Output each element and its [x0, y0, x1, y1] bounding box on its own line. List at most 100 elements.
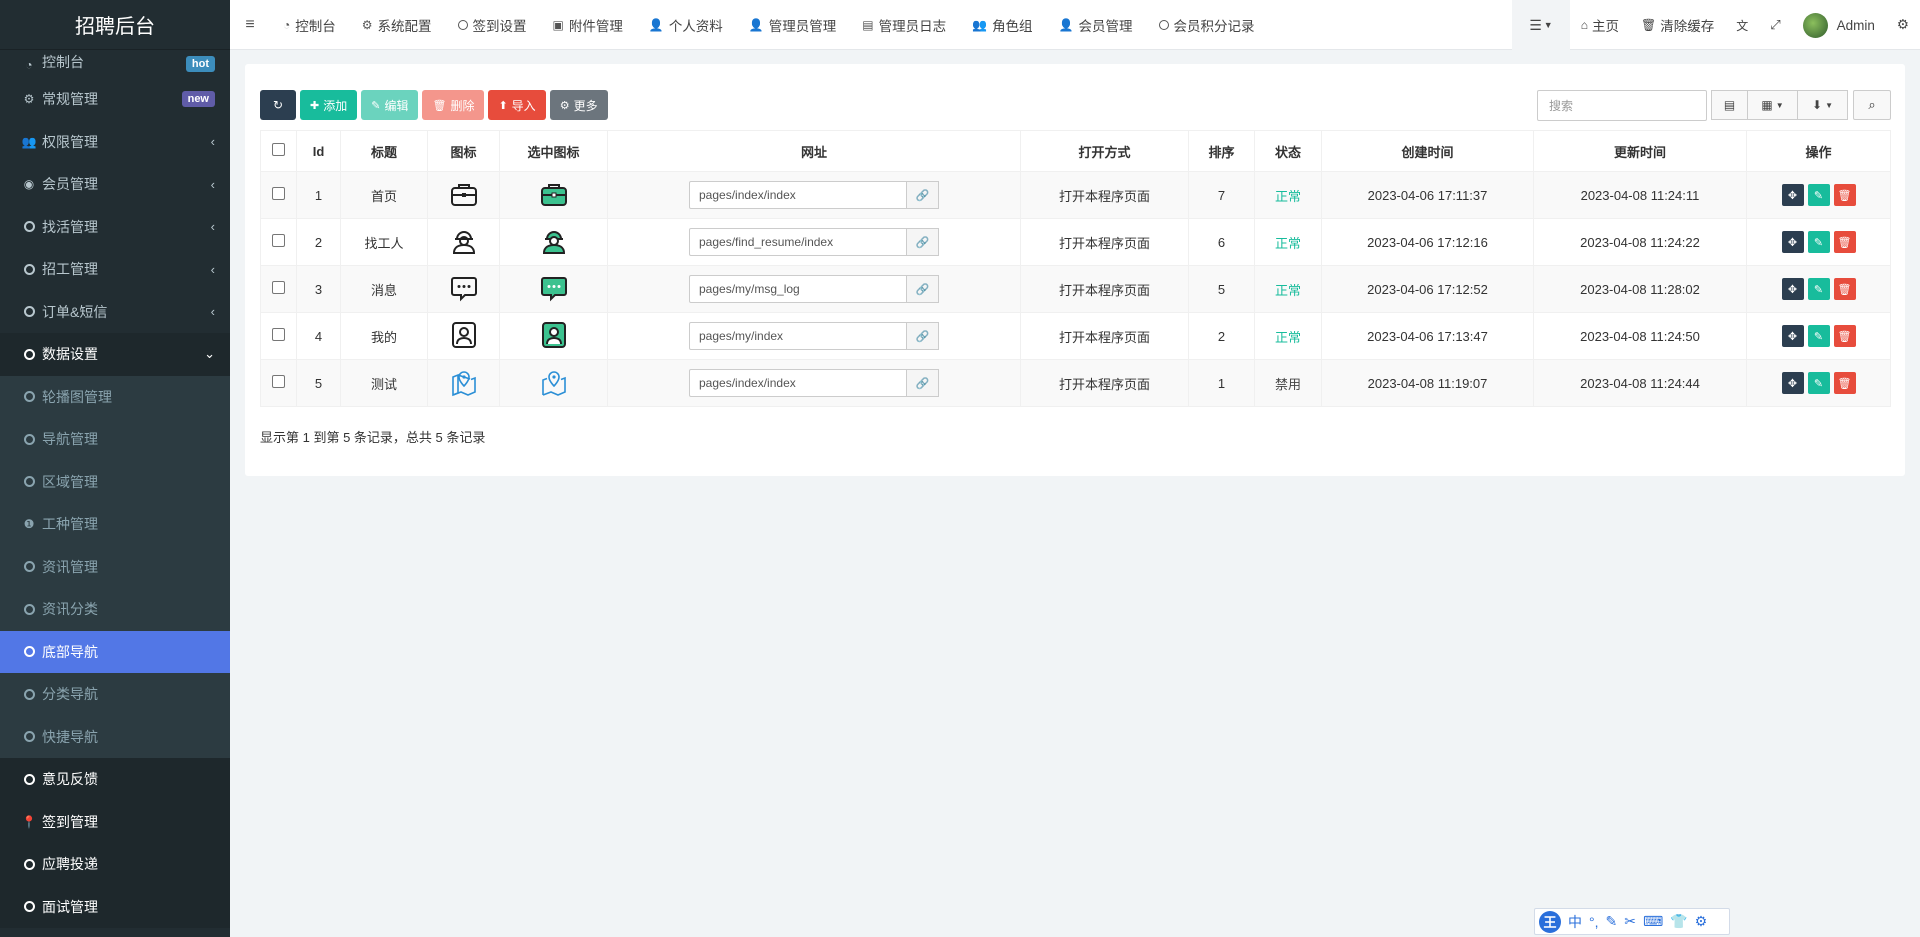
user-menu[interactable]: Admin [1792, 0, 1886, 50]
col-created[interactable]: 创建时间 [1321, 130, 1534, 172]
col-icon[interactable]: 图标 [427, 130, 500, 172]
keyboard-icon[interactable]: ⌨ [1643, 913, 1663, 930]
table-row[interactable]: 3 消息 pages/my/msg_log 🔗 打开本程序页面 5 正常 2023… [260, 265, 1891, 313]
url-field[interactable]: pages/my/msg_log [689, 275, 907, 303]
search-input[interactable]: 搜索 [1537, 90, 1707, 121]
sidebar-item-worktype[interactable]: ❶ 工种管理 [0, 503, 230, 546]
col-selected-icon[interactable]: 选中图标 [499, 130, 608, 172]
url-field[interactable]: pages/my/index [689, 322, 907, 350]
col-status[interactable]: 状态 [1254, 130, 1322, 172]
row-edit-button[interactable]: ✎ [1807, 278, 1830, 300]
sidebar-item-applications[interactable]: 应聘投递 [0, 843, 230, 886]
tab-attachments[interactable]: ▣ 附件管理 [540, 0, 636, 50]
briefcase-icon[interactable] [449, 179, 479, 209]
row-edit-button[interactable]: ✎ [1807, 372, 1830, 394]
row-checkbox[interactable] [272, 234, 285, 247]
refresh-button[interactable]: ↻ [260, 90, 296, 120]
sidebar-item-feedback[interactable]: 意见反馈 [0, 758, 230, 801]
table-row[interactable]: 4 我的 pages/my/index 🔗 打开本程序页面 2 正常 2023-0… [260, 312, 1891, 360]
table-row[interactable]: 2 找工人 pages/find_resume/index 🔗 打开本程序页面 6… [260, 218, 1891, 266]
sidebar-item-news[interactable]: 资讯管理 [0, 546, 230, 589]
tab-member-points[interactable]: 会员积分记录 [1146, 0, 1268, 50]
table-row[interactable]: 5 测试 pages/index/index 🔗 打开本程序页面 1 禁用 202… [260, 359, 1891, 407]
row-edit-button[interactable]: ✎ [1807, 184, 1830, 206]
row-edit-button[interactable]: ✎ [1807, 325, 1830, 347]
drag-sort-button[interactable]: ✥ [1781, 184, 1804, 206]
table-row[interactable]: 1 首页 pages/index/index 🔗 打开本程序页面 7 正常 202… [260, 171, 1891, 219]
punctuation-icon[interactable]: °, [1589, 914, 1599, 930]
sidebar-item-member[interactable]: ◉ 会员管理 ‹ [0, 163, 230, 206]
sidebar-item-auth[interactable]: 👥 权限管理 ‹ [0, 121, 230, 164]
map-location-selected-icon[interactable] [539, 367, 569, 397]
row-delete-button[interactable]: 🗑 [1833, 231, 1856, 253]
row-delete-button[interactable]: 🗑 [1833, 325, 1856, 347]
drag-sort-button[interactable]: ✥ [1781, 278, 1804, 300]
sidebar-toggle-icon[interactable]: ≡ [230, 16, 270, 34]
row-checkbox[interactable] [272, 281, 285, 294]
message-selected-icon[interactable] [539, 273, 569, 303]
edit-button[interactable]: ✎ 编辑 [361, 90, 419, 120]
row-edit-button[interactable]: ✎ [1807, 231, 1830, 253]
col-open-mode[interactable]: 打开方式 [1020, 130, 1189, 172]
sidebar-item-banner[interactable]: 轮播图管理 [0, 376, 230, 419]
tab-system-config[interactable]: ⚙ 系统配置 [349, 0, 445, 50]
col-sort[interactable]: 排序 [1188, 130, 1255, 172]
scissors-icon[interactable]: ✂ [1624, 913, 1636, 930]
cell-status[interactable]: 正常 [1254, 265, 1322, 313]
link-button[interactable]: 🔗 [907, 369, 939, 397]
worker-icon[interactable] [449, 226, 479, 256]
cell-status[interactable]: 正常 [1254, 218, 1322, 266]
col-id[interactable]: Id [296, 130, 341, 172]
select-all-checkbox[interactable] [272, 143, 285, 156]
app-logo[interactable]: 招聘后台 [0, 0, 230, 50]
worker-selected-icon[interactable] [539, 226, 569, 256]
export-button[interactable]: ⬇ ▼ [1798, 90, 1848, 120]
row-delete-button[interactable]: 🗑 [1833, 372, 1856, 394]
tab-admin-management[interactable]: 👤 管理员管理 [736, 0, 849, 50]
tab-signin-settings[interactable]: 签到设置 [445, 0, 540, 50]
columns-button[interactable]: ▦ ▼ [1748, 90, 1798, 120]
map-location-icon[interactable] [449, 367, 479, 397]
profile-selected-icon[interactable] [539, 320, 569, 350]
sidebar-item-bottom-nav[interactable]: 底部导航 [0, 630, 230, 673]
sidebar-item-recruit[interactable]: 招工管理 ‹ [0, 248, 230, 291]
url-field[interactable]: pages/find_resume/index [689, 228, 907, 256]
settings-button[interactable]: ⚙ [1886, 0, 1920, 50]
tab-menu-dropdown[interactable]: ☰ ▼ [1512, 0, 1570, 50]
gear-icon[interactable]: ⚙ [1695, 913, 1708, 930]
message-icon[interactable] [449, 273, 479, 303]
tab-role-group[interactable]: 👥 角色组 [959, 0, 1045, 50]
link-button[interactable]: 🔗 [907, 181, 939, 209]
sidebar-item-signin[interactable]: 📍 签到管理 [0, 800, 230, 843]
tab-admin-log[interactable]: ▤ 管理员日志 [849, 0, 959, 50]
col-title[interactable]: 标题 [340, 130, 428, 172]
home-link[interactable]: ⌂ 主页 [1570, 0, 1630, 50]
more-button[interactable]: ⚙ 更多 [549, 90, 608, 120]
col-url[interactable]: 网址 [607, 130, 1021, 172]
sidebar-item-quick-nav[interactable]: 快捷导航 [0, 716, 230, 759]
sidebar-item-news-category[interactable]: 资讯分类 [0, 588, 230, 631]
sidebar-item-find-job[interactable]: 找活管理 ‹ [0, 206, 230, 249]
url-field[interactable]: pages/index/index [689, 369, 907, 397]
sidebar-item-orders[interactable]: 订单&短信 ‹ [0, 291, 230, 334]
sidebar-item-interviews[interactable]: 面试管理 [0, 885, 230, 928]
ime-mode[interactable]: 中 [1568, 912, 1582, 932]
row-delete-button[interactable]: 🗑 [1833, 278, 1856, 300]
advanced-search-button[interactable]: ⌕ [1853, 90, 1891, 120]
skin-icon[interactable]: 👕 [1670, 913, 1687, 930]
tab-member-management[interactable]: 👤 会员管理 [1046, 0, 1146, 50]
sidebar-item-region[interactable]: 区域管理 [0, 461, 230, 504]
toggle-view-button[interactable]: ▤ [1711, 90, 1748, 120]
row-delete-button[interactable]: 🗑 [1833, 184, 1856, 206]
delete-button[interactable]: 🗑 删除 [422, 90, 485, 120]
row-checkbox[interactable] [272, 375, 285, 388]
cell-status[interactable]: 正常 [1254, 171, 1322, 219]
row-checkbox[interactable] [272, 187, 285, 200]
profile-icon[interactable] [449, 320, 479, 350]
sidebar-item-data-settings[interactable]: 数据设置 ⌄ [0, 333, 230, 376]
drag-sort-button[interactable]: ✥ [1781, 325, 1804, 347]
language-button[interactable]: 文 [1725, 0, 1759, 50]
sidebar-item-category-nav[interactable]: 分类导航 [0, 673, 230, 716]
import-button[interactable]: ⬆ 导入 [488, 90, 546, 120]
tab-dashboard[interactable]: ◔ 控制台 [270, 0, 349, 50]
